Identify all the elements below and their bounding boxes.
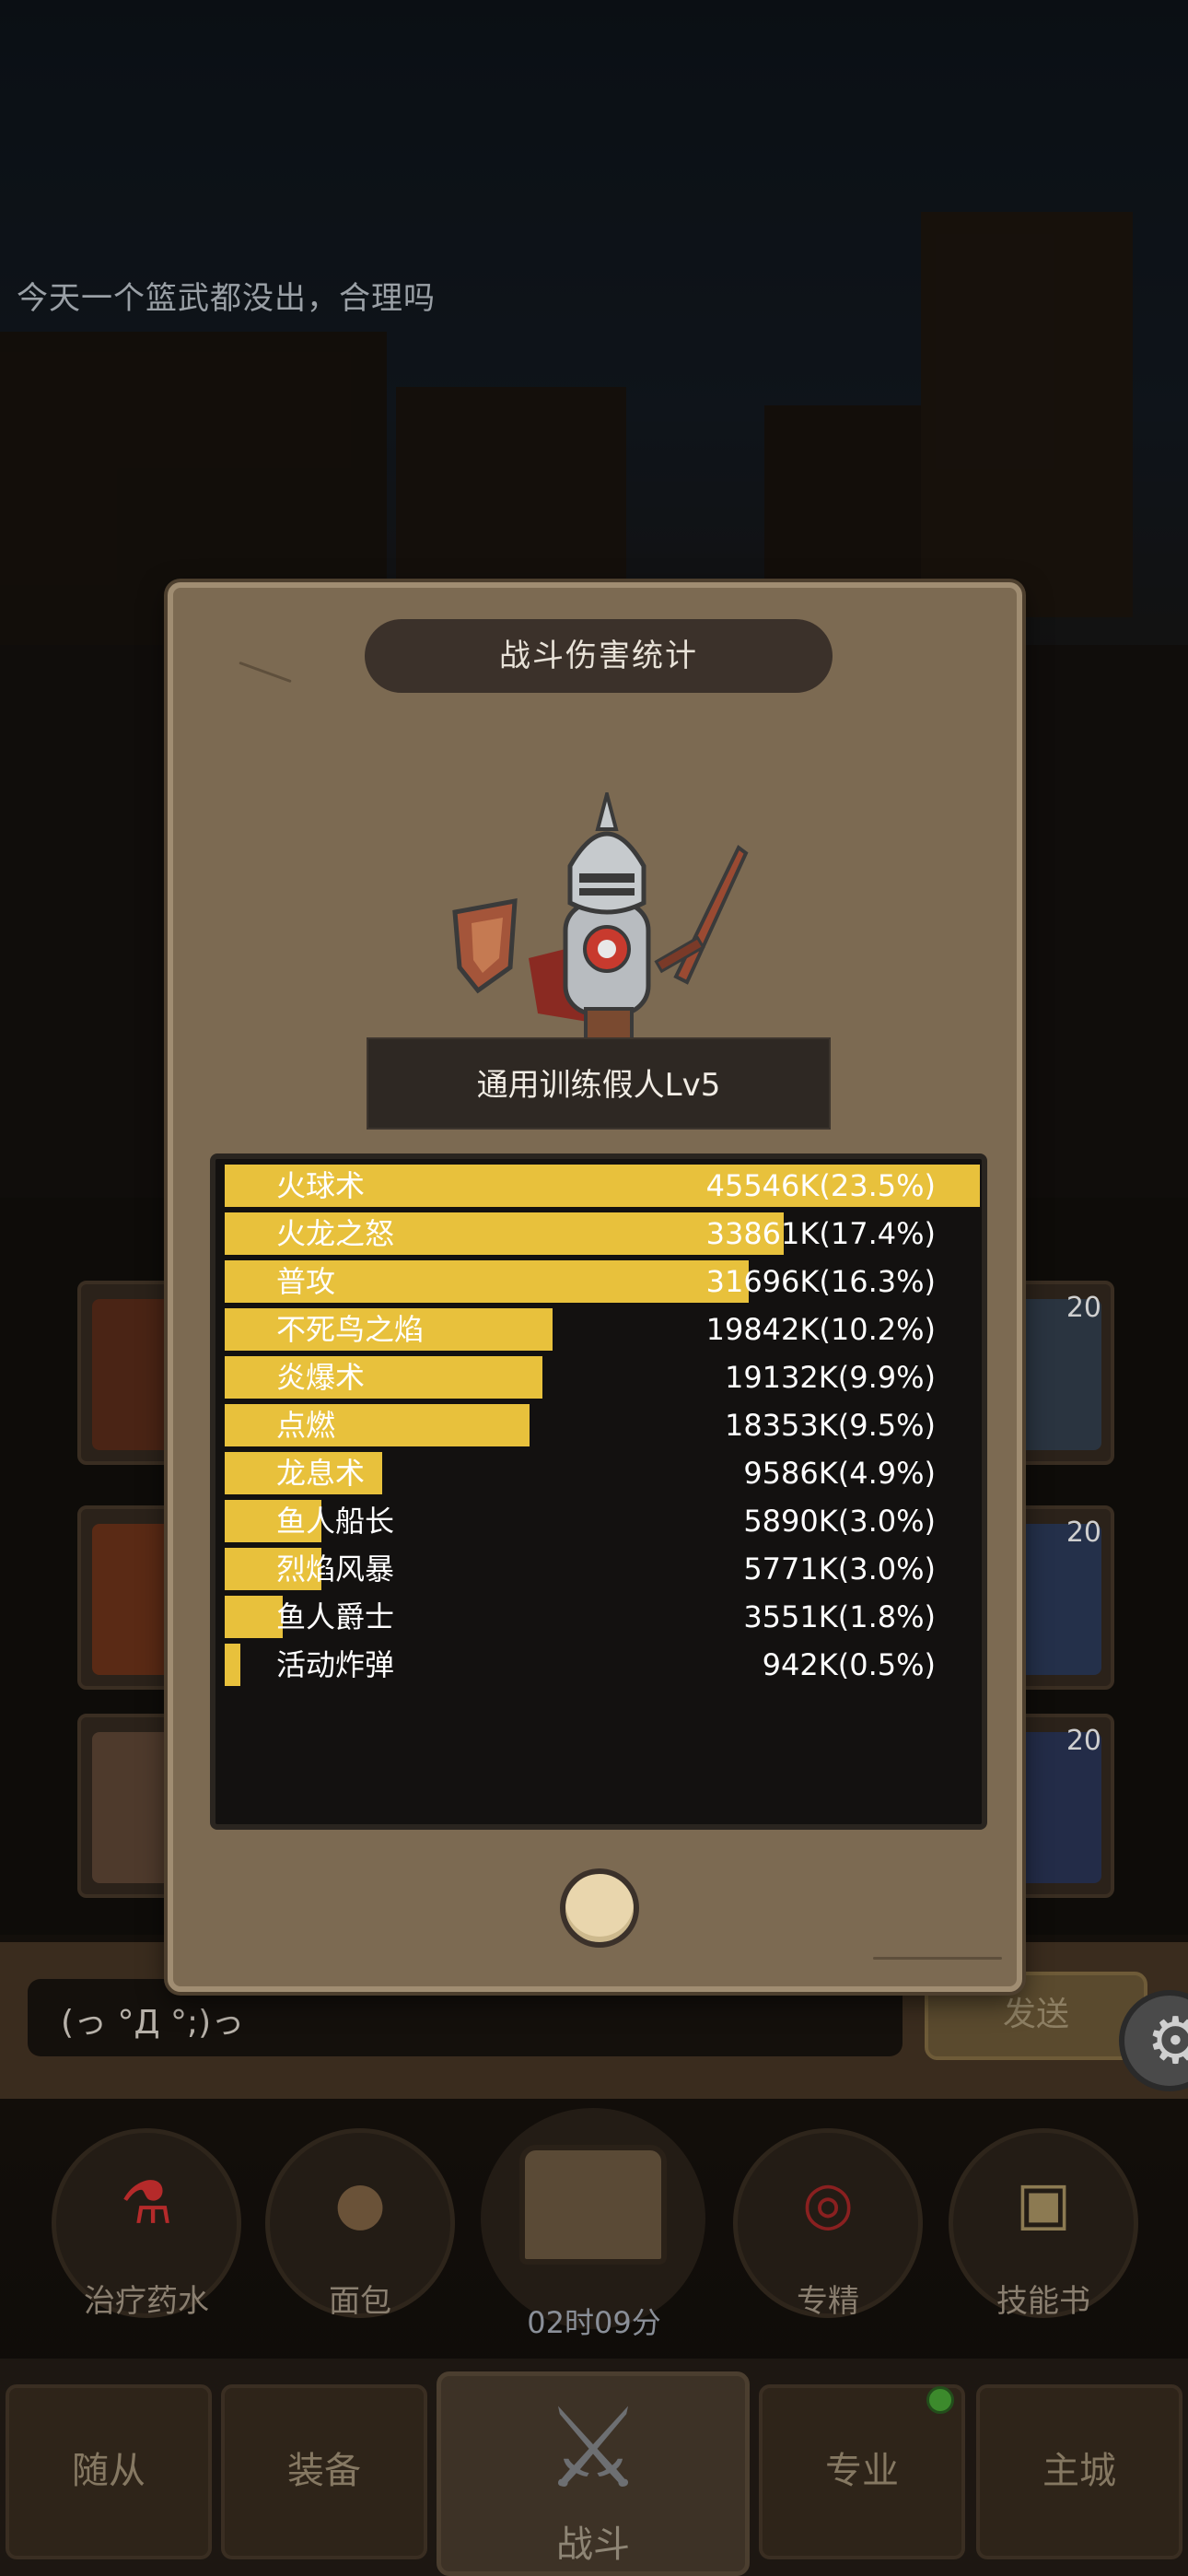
close-button[interactable] — [560, 1868, 639, 1948]
decorative-scratch — [239, 661, 292, 684]
damage-row: 活动炸弹 942K(0.5%) — [225, 1644, 980, 1686]
skill-name: 活动炸弹 — [276, 1647, 395, 1682]
damage-bar — [225, 1596, 283, 1638]
damage-value: 942K(0.5%) — [762, 1647, 936, 1682]
chest-timer: 02时09分 — [527, 2305, 661, 2340]
notification-dot — [926, 2386, 954, 2414]
skill-name: 火龙之怒 — [276, 1216, 395, 1251]
training-dummy-avatar — [452, 792, 749, 1052]
damage-row: 烈焰风暴 5771K(3.0%) — [225, 1548, 980, 1590]
tab-main-city[interactable]: 主城 — [976, 2384, 1182, 2559]
damage-value: 18353K(9.5%) — [724, 1408, 936, 1443]
damage-row: 普攻 31696K(16.3%) — [225, 1260, 980, 1303]
damage-value: 3551K(1.8%) — [743, 1599, 936, 1634]
slot-level: 20 — [1066, 1516, 1101, 1549]
skill-book-icon: ▣ — [1015, 2170, 1072, 2238]
item-label: 专精 — [797, 2283, 859, 2320]
bread-icon: ● — [334, 2170, 386, 2238]
skill-name: 鱼人船长 — [276, 1504, 395, 1539]
damage-bar — [225, 1404, 530, 1446]
chest-icon — [519, 2145, 667, 2265]
skill-name: 烈焰风暴 — [276, 1551, 395, 1587]
item-label: 治疗药水 — [84, 2283, 209, 2320]
slot-level: 20 — [1066, 1725, 1101, 1757]
damage-row: 火球术 45546K(23.5%) — [225, 1165, 980, 1207]
gear-icon: ⚙ — [1147, 2003, 1188, 2078]
item-label: 面包 — [329, 2283, 391, 2320]
target-name: 通用训练假人Lv5 — [367, 1037, 831, 1130]
damage-row: 火龙之怒 33861K(17.4%) — [225, 1212, 980, 1255]
potion-icon: ⚗ — [120, 2170, 173, 2238]
damage-stats-dialog: 战斗伤害统计 通用训练假人Lv5 火球术 45546K(23.5%) 火龙之怒 338… — [168, 582, 1022, 1992]
skill-name: 不死鸟之焰 — [276, 1312, 425, 1347]
specialization-icon: ◎ — [802, 2170, 854, 2238]
skill-name: 鱼人爵士 — [276, 1599, 395, 1634]
skill-name: 龙息术 — [276, 1456, 366, 1491]
crossed-swords-icon: ⚔ — [543, 2385, 643, 2513]
tab-battle[interactable]: ⚔ 战斗 — [437, 2371, 750, 2576]
damage-value: 33861K(17.4%) — [705, 1216, 936, 1251]
tab-equipment[interactable]: 装备 — [221, 2384, 427, 2559]
damage-row: 炎爆术 19132K(9.9%) — [225, 1356, 980, 1399]
damage-value: 19132K(9.9%) — [724, 1360, 936, 1395]
skill-name: 炎爆术 — [276, 1360, 366, 1395]
damage-value: 31696K(16.3%) — [705, 1264, 936, 1299]
damage-bar — [225, 1356, 542, 1399]
item-label: 技能书 — [996, 2283, 1090, 2320]
damage-value: 9586K(4.9%) — [743, 1456, 936, 1491]
damage-value: 45546K(23.5%) — [705, 1168, 936, 1203]
decorative-scratch — [873, 1957, 1002, 1960]
dialog-title: 战斗伤害统计 — [365, 619, 833, 693]
damage-row: 龙息术 9586K(4.9%) — [225, 1452, 980, 1494]
damage-row: 不死鸟之焰 19842K(10.2%) — [225, 1308, 980, 1351]
damage-row: 鱼人船长 5890K(3.0%) — [225, 1500, 980, 1542]
skill-name: 火球术 — [276, 1168, 366, 1203]
skill-name: 普攻 — [276, 1264, 336, 1299]
damage-row: 鱼人爵士 3551K(1.8%) — [225, 1596, 980, 1638]
tab-battle-label: 战斗 — [556, 2523, 630, 2566]
damage-stats-table: 火球术 45546K(23.5%) 火龙之怒 33861K(17.4%) 普攻 31696… — [210, 1153, 987, 1830]
skill-name: 点燃 — [276, 1408, 336, 1443]
chest-button[interactable] — [481, 2108, 705, 2329]
chat-message: 今天一个篮武都没出，合理吗 — [17, 280, 436, 317]
damage-row: 点燃 18353K(9.5%) — [225, 1404, 980, 1446]
damage-bar — [225, 1644, 240, 1686]
slot-level: 20 — [1066, 1292, 1101, 1324]
tab-followers[interactable]: 随从 — [6, 2384, 212, 2559]
damage-value: 5890K(3.0%) — [743, 1504, 936, 1539]
damage-value: 5771K(3.0%) — [743, 1551, 936, 1587]
damage-value: 19842K(10.2%) — [705, 1312, 936, 1347]
